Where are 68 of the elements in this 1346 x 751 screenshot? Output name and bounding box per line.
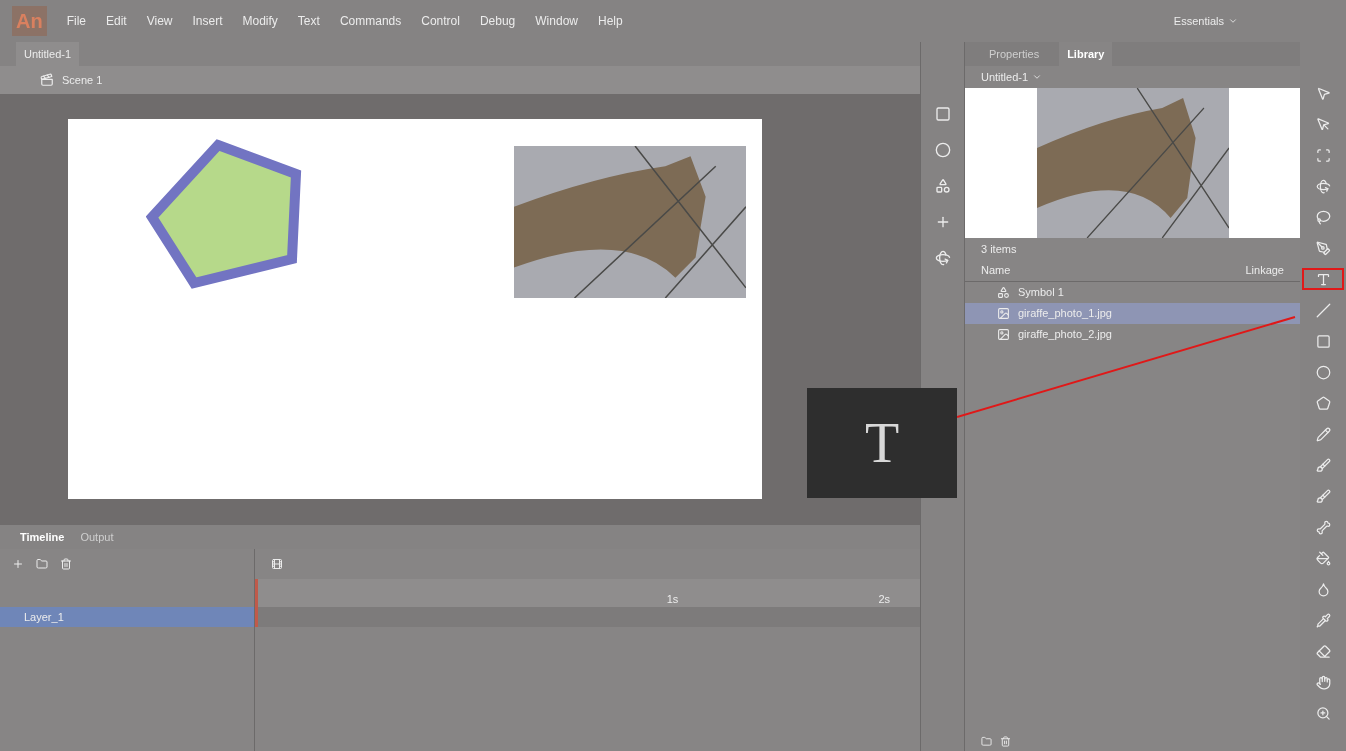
menu-item[interactable]: Debug	[479, 12, 516, 30]
frame-tools-icon[interactable]	[271, 558, 283, 570]
timeline-tab[interactable]: Timeline	[20, 528, 65, 546]
rotate-icon	[1315, 178, 1331, 194]
menu-item[interactable]: Insert	[192, 12, 223, 30]
item-count: 3 items	[981, 241, 1017, 257]
workspace-switcher[interactable]: Essentials	[1173, 12, 1238, 30]
menu-item[interactable]: Commands	[339, 12, 402, 30]
bone-icon	[1315, 519, 1331, 535]
pentagon-icon	[1315, 395, 1331, 411]
zoom-icon	[1315, 705, 1331, 721]
menu-item[interactable]: Edit	[106, 12, 127, 30]
new-layer-icon[interactable]	[12, 558, 24, 570]
frame-icon	[1315, 147, 1331, 163]
caret-icon	[1032, 72, 1043, 82]
library-item[interactable]: Symbol 1	[965, 282, 1300, 303]
image-icon	[997, 328, 1010, 341]
menu-item[interactable]: Window	[535, 12, 578, 30]
pen-icon	[1315, 240, 1331, 256]
scene-icon	[40, 73, 54, 87]
item-name: Symbol 1	[1018, 285, 1064, 301]
circle-icon	[1315, 364, 1331, 380]
text-icon	[1315, 271, 1331, 287]
folder-icon[interactable]	[36, 558, 48, 570]
menu-item[interactable]: View	[146, 12, 173, 30]
brush-icon	[1315, 457, 1331, 473]
lasso-icon	[1315, 209, 1331, 225]
hand-icon	[1315, 674, 1331, 690]
column-header: Name	[981, 263, 1011, 279]
eyedropper-icon	[1315, 612, 1331, 628]
playhead	[255, 579, 258, 627]
ruler-label: 2s	[878, 591, 890, 607]
ruler-label: 1s	[666, 591, 679, 607]
folder-icon[interactable]	[981, 735, 992, 747]
caret-icon	[1228, 16, 1238, 26]
library-item[interactable]: giraffe_photo_2.jpg	[965, 324, 1300, 345]
panel-tab[interactable]: Properties	[981, 45, 1048, 63]
menu-item[interactable]: Text	[297, 12, 320, 30]
delete-icon[interactable]	[1000, 735, 1011, 747]
brush-icon	[1315, 488, 1331, 504]
arrow-pointer-icon	[1315, 85, 1331, 101]
item-name: giraffe_photo_2.jpg	[1018, 327, 1112, 343]
menu-item[interactable]: File	[66, 12, 86, 30]
column-header: Linkage	[1245, 263, 1284, 279]
pointer-icon	[1315, 116, 1331, 132]
shapes-icon	[997, 286, 1010, 299]
line-icon	[1315, 302, 1331, 318]
paint-bucket-icon	[1315, 550, 1331, 566]
item-name: giraffe_photo_1.jpg	[1018, 306, 1112, 322]
library-name[interactable]: Untitled-1	[981, 68, 1043, 86]
text-tool-callout: T	[807, 388, 957, 498]
image-icon	[997, 307, 1010, 320]
pencil-icon	[1315, 426, 1331, 442]
rectangle-icon	[1315, 333, 1331, 349]
app-logo: An	[12, 6, 47, 36]
droplet-icon	[1315, 581, 1331, 597]
scene-label: Scene 1	[62, 72, 103, 88]
panel-tab[interactable]: Library	[1059, 41, 1113, 67]
layer-row[interactable]: Layer_1	[0, 607, 254, 627]
menu-item[interactable]: Help	[598, 12, 623, 30]
menu-item[interactable]: Modify	[242, 12, 278, 30]
document-tab[interactable]: Untitled-1	[16, 41, 80, 66]
menu-item[interactable]: Control	[421, 12, 460, 30]
timeline-tab[interactable]: Output	[80, 528, 114, 546]
eraser-icon	[1315, 643, 1331, 659]
library-item[interactable]: giraffe_photo_1.jpg	[965, 303, 1300, 324]
delete-icon[interactable]	[60, 558, 72, 570]
text-tool[interactable]	[1302, 268, 1344, 290]
